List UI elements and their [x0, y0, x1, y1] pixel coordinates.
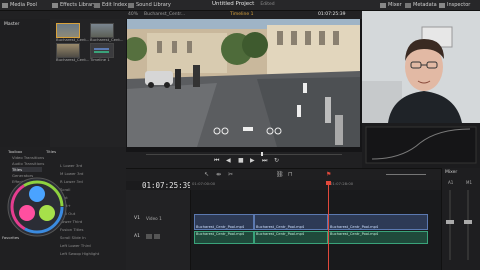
- audio-clip[interactable]: Bucharest_Centr_Pool.mp4: [254, 231, 328, 244]
- mixer-title: Mixer: [445, 170, 458, 175]
- timeline-timecode: 01:07:25:39: [142, 181, 192, 190]
- effects-library-button[interactable]: Effects Library: [52, 1, 96, 9]
- video-clip[interactable]: Bucharest_Centr_Pool.mp4: [328, 214, 428, 230]
- street-scene-frame: [127, 19, 360, 147]
- inspector-icon: [439, 2, 445, 8]
- transport-controls: ⏮ ◀ ■ ▶ ⏭ ↻: [126, 152, 362, 168]
- scope-graph: [365, 126, 477, 164]
- viewer-timecode: 01:07:25:39: [318, 12, 346, 17]
- title-item[interactable]: Left Lower Third: [60, 243, 91, 248]
- project-title: Untitled Project Edited: [212, 1, 275, 7]
- track-headers: V1 Video 1 A1: [126, 190, 191, 270]
- effects-category[interactable]: Audio Transitions: [12, 161, 44, 166]
- viewer-header: 40% Bucharest_Centr... Timeline 1 01:07:…: [0, 11, 362, 19]
- video-clip[interactable]: Bucharest_Centr_Pool.mp4: [194, 214, 254, 230]
- playhead[interactable]: [326, 181, 331, 270]
- skip-back-icon[interactable]: ⏮: [214, 157, 219, 165]
- link-icon[interactable]: ⛓: [276, 171, 284, 178]
- project-status: Edited: [260, 2, 275, 7]
- trim-tool-icon[interactable]: ⇹: [216, 171, 221, 178]
- title-item[interactable]: Left Swoop Highlight: [60, 251, 99, 256]
- zoom-level[interactable]: 40%: [128, 12, 138, 17]
- audio-track-id: A1: [134, 234, 140, 239]
- toolbox-header[interactable]: Toolbox: [8, 149, 22, 154]
- mixer-channel-main: M1: [466, 180, 472, 185]
- ruler-mid-label: 01:07:28:00: [330, 181, 354, 186]
- rewind-icon[interactable]: ◀: [226, 157, 231, 164]
- scrub-handle[interactable]: [261, 152, 263, 156]
- zoom-slider[interactable]: [386, 174, 426, 175]
- mixer-icon: [380, 2, 386, 8]
- media-pool-icon: [2, 2, 8, 8]
- timeline-thumbnail[interactable]: [90, 43, 114, 58]
- effects-category[interactable]: Video Transitions: [12, 155, 44, 160]
- edit-index-button[interactable]: Edit Index: [94, 1, 127, 9]
- stop-icon[interactable]: ■: [238, 157, 244, 164]
- ruler-start-label: 01:07:00:00: [192, 181, 216, 186]
- main-fader[interactable]: [464, 220, 472, 224]
- sound-library-button[interactable]: Sound Library: [128, 1, 171, 9]
- clip-name: Bucharest_Centr...: [144, 12, 186, 17]
- media-clip-thumbnail[interactable]: [56, 43, 80, 58]
- video-track-name[interactable]: Video 1: [146, 216, 162, 221]
- scrub-bar[interactable]: [146, 154, 342, 155]
- effects-category-selected[interactable]: Titles: [12, 167, 43, 172]
- video-clip[interactable]: Bucharest_Centr_Pool.mp4: [254, 214, 328, 230]
- media-pool-button[interactable]: Media Pool: [2, 1, 37, 9]
- media-clip-label: Bucharest_Cent...: [90, 37, 124, 42]
- inspector-panel: [362, 123, 480, 168]
- mixer-channel-a1: A1: [448, 180, 454, 185]
- video-preview[interactable]: [127, 19, 360, 147]
- audio-clip[interactable]: Bucharest_Centr_Pool.mp4: [194, 231, 254, 244]
- list-icon: [94, 2, 100, 8]
- audio-clip[interactable]: Bucharest_Centr_Pool.mp4: [328, 231, 428, 244]
- top-toolbar: Media Pool Effects Library Edit Index So…: [0, 0, 480, 11]
- metadata-button[interactable]: Metadata: [405, 1, 437, 9]
- media-clip-label: Bucharest_Cent...: [56, 57, 90, 62]
- a1-fader[interactable]: [446, 220, 454, 224]
- solo-icon[interactable]: [154, 234, 160, 239]
- mute-icon[interactable]: [146, 234, 152, 239]
- mixer-panel: Mixer A1 M1: [441, 168, 480, 270]
- bin-list: Master: [0, 19, 50, 147]
- inspector-button[interactable]: Inspector: [439, 1, 470, 9]
- metadata-icon: [405, 2, 411, 8]
- webcam-overlay: [362, 11, 480, 123]
- media-clip-thumbnail[interactable]: [90, 23, 114, 38]
- effects-icon: [52, 2, 58, 8]
- snap-icon[interactable]: ⊓: [288, 171, 293, 178]
- media-clip-label: Timeline 1: [90, 57, 110, 62]
- davinci-resolve-logo: [7, 177, 67, 237]
- master-bin[interactable]: Master: [4, 22, 19, 27]
- mixer-button[interactable]: Mixer: [380, 1, 402, 9]
- titles-header: Titles: [46, 149, 57, 154]
- fader-track: [449, 190, 451, 260]
- play-icon[interactable]: ▶: [250, 157, 255, 164]
- skip-forward-icon[interactable]: ⏭: [262, 157, 267, 165]
- music-note-icon: [128, 2, 134, 8]
- video-track-id: V1: [134, 216, 140, 221]
- timeline-name[interactable]: Timeline 1: [230, 12, 253, 17]
- loop-icon[interactable]: ↻: [274, 157, 279, 164]
- title-item[interactable]: L Lower 3rd: [60, 163, 82, 168]
- fader-track: [467, 190, 469, 260]
- blade-tool-icon[interactable]: ✂: [228, 171, 233, 178]
- flag-icon[interactable]: ⚑: [326, 171, 331, 178]
- presenter-image: [362, 11, 480, 123]
- media-clip-thumbnail[interactable]: [56, 23, 80, 38]
- media-clip-label: Bucharest_Cent...: [56, 37, 90, 42]
- selection-tool-icon[interactable]: ↖: [204, 171, 209, 178]
